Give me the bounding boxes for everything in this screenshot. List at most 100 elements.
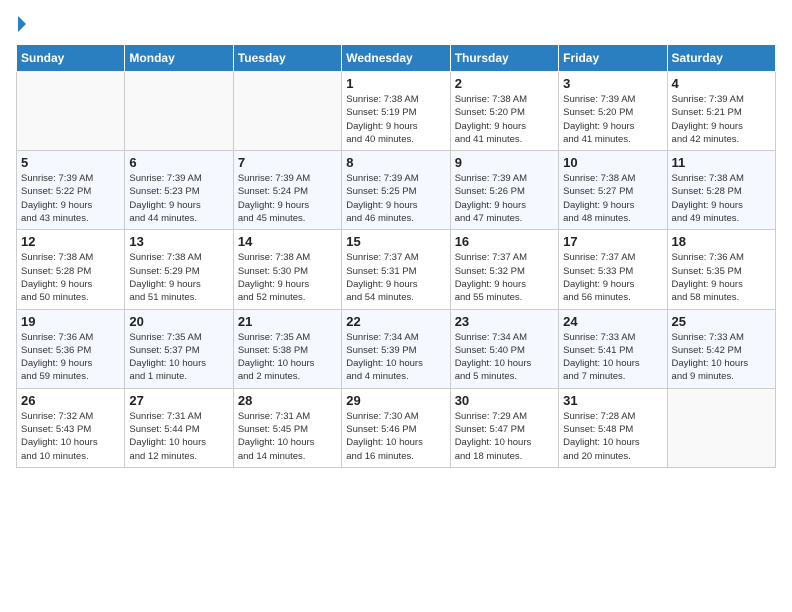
day-number: 12 bbox=[21, 234, 120, 249]
logo bbox=[16, 16, 26, 32]
calendar-cell: 11 Sunrise: 7:38 AM Sunset: 5:28 PM Dayli… bbox=[667, 151, 775, 230]
day-info: Sunrise: 7:38 AM Sunset: 5:29 PM Dayligh… bbox=[129, 251, 228, 304]
day-number: 6 bbox=[129, 155, 228, 170]
day-info: Sunrise: 7:30 AM Sunset: 5:46 PM Dayligh… bbox=[346, 410, 445, 463]
calendar-cell bbox=[17, 72, 125, 151]
calendar-cell bbox=[125, 72, 233, 151]
day-number: 24 bbox=[563, 314, 662, 329]
calendar-week-row: 19 Sunrise: 7:36 AM Sunset: 5:36 PM Dayli… bbox=[17, 309, 776, 388]
calendar-cell: 1 Sunrise: 7:38 AM Sunset: 5:19 PM Daylig… bbox=[342, 72, 450, 151]
day-number: 11 bbox=[672, 155, 771, 170]
day-info: Sunrise: 7:33 AM Sunset: 5:42 PM Dayligh… bbox=[672, 331, 771, 384]
day-info: Sunrise: 7:39 AM Sunset: 5:21 PM Dayligh… bbox=[672, 93, 771, 146]
page-header bbox=[16, 16, 776, 32]
day-number: 30 bbox=[455, 393, 554, 408]
day-info: Sunrise: 7:35 AM Sunset: 5:37 PM Dayligh… bbox=[129, 331, 228, 384]
day-info: Sunrise: 7:39 AM Sunset: 5:23 PM Dayligh… bbox=[129, 172, 228, 225]
calendar-cell: 22 Sunrise: 7:34 AM Sunset: 5:39 PM Dayli… bbox=[342, 309, 450, 388]
calendar-cell: 9 Sunrise: 7:39 AM Sunset: 5:26 PM Daylig… bbox=[450, 151, 558, 230]
day-info: Sunrise: 7:36 AM Sunset: 5:36 PM Dayligh… bbox=[21, 331, 120, 384]
day-number: 2 bbox=[455, 76, 554, 91]
day-info: Sunrise: 7:39 AM Sunset: 5:25 PM Dayligh… bbox=[346, 172, 445, 225]
calendar-day-header: Tuesday bbox=[233, 45, 341, 72]
calendar-cell: 18 Sunrise: 7:36 AM Sunset: 5:35 PM Dayli… bbox=[667, 230, 775, 309]
calendar-cell: 31 Sunrise: 7:28 AM Sunset: 5:48 PM Dayli… bbox=[559, 388, 667, 467]
day-number: 7 bbox=[238, 155, 337, 170]
day-number: 9 bbox=[455, 155, 554, 170]
day-number: 21 bbox=[238, 314, 337, 329]
day-number: 31 bbox=[563, 393, 662, 408]
calendar-cell: 29 Sunrise: 7:30 AM Sunset: 5:46 PM Dayli… bbox=[342, 388, 450, 467]
day-number: 18 bbox=[672, 234, 771, 249]
calendar-cell: 8 Sunrise: 7:39 AM Sunset: 5:25 PM Daylig… bbox=[342, 151, 450, 230]
calendar-cell: 25Sunrise: 7:33 AM Sunset: 5:42 PM Dayli… bbox=[667, 309, 775, 388]
day-info: Sunrise: 7:32 AM Sunset: 5:43 PM Dayligh… bbox=[21, 410, 120, 463]
day-info: Sunrise: 7:38 AM Sunset: 5:30 PM Dayligh… bbox=[238, 251, 337, 304]
day-number: 1 bbox=[346, 76, 445, 91]
day-number: 29 bbox=[346, 393, 445, 408]
day-number: 10 bbox=[563, 155, 662, 170]
calendar-cell: 13 Sunrise: 7:38 AM Sunset: 5:29 PM Dayli… bbox=[125, 230, 233, 309]
day-info: Sunrise: 7:36 AM Sunset: 5:35 PM Dayligh… bbox=[672, 251, 771, 304]
day-number: 19 bbox=[21, 314, 120, 329]
logo-arrow-icon bbox=[18, 16, 26, 32]
day-info: Sunrise: 7:39 AM Sunset: 5:20 PM Dayligh… bbox=[563, 93, 662, 146]
day-number: 16 bbox=[455, 234, 554, 249]
calendar-cell: 7 Sunrise: 7:39 AM Sunset: 5:24 PM Daylig… bbox=[233, 151, 341, 230]
day-info: Sunrise: 7:37 AM Sunset: 5:31 PM Dayligh… bbox=[346, 251, 445, 304]
calendar-header-row: SundayMondayTuesdayWednesdayThursdayFrid… bbox=[17, 45, 776, 72]
calendar-cell: 6 Sunrise: 7:39 AM Sunset: 5:23 PM Daylig… bbox=[125, 151, 233, 230]
day-number: 23 bbox=[455, 314, 554, 329]
calendar-day-header: Friday bbox=[559, 45, 667, 72]
calendar-cell: 15 Sunrise: 7:37 AM Sunset: 5:31 PM Dayli… bbox=[342, 230, 450, 309]
day-number: 4 bbox=[672, 76, 771, 91]
day-number: 13 bbox=[129, 234, 228, 249]
day-info: Sunrise: 7:37 AM Sunset: 5:32 PM Dayligh… bbox=[455, 251, 554, 304]
day-number: 5 bbox=[21, 155, 120, 170]
day-info: Sunrise: 7:28 AM Sunset: 5:48 PM Dayligh… bbox=[563, 410, 662, 463]
calendar-cell: 27Sunrise: 7:31 AM Sunset: 5:44 PM Dayli… bbox=[125, 388, 233, 467]
day-info: Sunrise: 7:34 AM Sunset: 5:39 PM Dayligh… bbox=[346, 331, 445, 384]
calendar-day-header: Sunday bbox=[17, 45, 125, 72]
day-number: 15 bbox=[346, 234, 445, 249]
calendar-cell: 5 Sunrise: 7:39 AM Sunset: 5:22 PM Daylig… bbox=[17, 151, 125, 230]
calendar-cell bbox=[233, 72, 341, 151]
day-number: 28 bbox=[238, 393, 337, 408]
day-info: Sunrise: 7:39 AM Sunset: 5:22 PM Dayligh… bbox=[21, 172, 120, 225]
calendar-cell: 3 Sunrise: 7:39 AM Sunset: 5:20 PM Daylig… bbox=[559, 72, 667, 151]
day-info: Sunrise: 7:31 AM Sunset: 5:44 PM Dayligh… bbox=[129, 410, 228, 463]
day-number: 22 bbox=[346, 314, 445, 329]
calendar-cell: 12 Sunrise: 7:38 AM Sunset: 5:28 PM Dayli… bbox=[17, 230, 125, 309]
day-number: 3 bbox=[563, 76, 662, 91]
calendar-cell: 4 Sunrise: 7:39 AM Sunset: 5:21 PM Daylig… bbox=[667, 72, 775, 151]
calendar-cell: 16 Sunrise: 7:37 AM Sunset: 5:32 PM Dayli… bbox=[450, 230, 558, 309]
day-info: Sunrise: 7:38 AM Sunset: 5:19 PM Dayligh… bbox=[346, 93, 445, 146]
day-info: Sunrise: 7:35 AM Sunset: 5:38 PM Dayligh… bbox=[238, 331, 337, 384]
day-info: Sunrise: 7:31 AM Sunset: 5:45 PM Dayligh… bbox=[238, 410, 337, 463]
calendar-week-row: 5 Sunrise: 7:39 AM Sunset: 5:22 PM Daylig… bbox=[17, 151, 776, 230]
calendar-day-header: Thursday bbox=[450, 45, 558, 72]
calendar-cell: 19 Sunrise: 7:36 AM Sunset: 5:36 PM Dayli… bbox=[17, 309, 125, 388]
calendar-table: SundayMondayTuesdayWednesdayThursdayFrid… bbox=[16, 44, 776, 468]
day-info: Sunrise: 7:39 AM Sunset: 5:24 PM Dayligh… bbox=[238, 172, 337, 225]
day-info: Sunrise: 7:37 AM Sunset: 5:33 PM Dayligh… bbox=[563, 251, 662, 304]
day-info: Sunrise: 7:33 AM Sunset: 5:41 PM Dayligh… bbox=[563, 331, 662, 384]
calendar-cell: 20 Sunrise: 7:35 AM Sunset: 5:37 PM Dayli… bbox=[125, 309, 233, 388]
day-info: Sunrise: 7:38 AM Sunset: 5:28 PM Dayligh… bbox=[21, 251, 120, 304]
calendar-week-row: 12 Sunrise: 7:38 AM Sunset: 5:28 PM Dayli… bbox=[17, 230, 776, 309]
day-info: Sunrise: 7:38 AM Sunset: 5:28 PM Dayligh… bbox=[672, 172, 771, 225]
calendar-cell: 17Sunrise: 7:37 AM Sunset: 5:33 PM Dayli… bbox=[559, 230, 667, 309]
day-info: Sunrise: 7:39 AM Sunset: 5:26 PM Dayligh… bbox=[455, 172, 554, 225]
calendar-week-row: 26 Sunrise: 7:32 AM Sunset: 5:43 PM Dayli… bbox=[17, 388, 776, 467]
calendar-cell: 23Sunrise: 7:34 AM Sunset: 5:40 PM Dayli… bbox=[450, 309, 558, 388]
calendar-cell: 10Sunrise: 7:38 AM Sunset: 5:27 PM Dayli… bbox=[559, 151, 667, 230]
calendar-cell: 14 Sunrise: 7:38 AM Sunset: 5:30 PM Dayli… bbox=[233, 230, 341, 309]
day-number: 26 bbox=[21, 393, 120, 408]
calendar-cell: 24 Sunrise: 7:33 AM Sunset: 5:41 PM Dayli… bbox=[559, 309, 667, 388]
day-number: 20 bbox=[129, 314, 228, 329]
calendar-day-header: Monday bbox=[125, 45, 233, 72]
calendar-cell bbox=[667, 388, 775, 467]
day-number: 14 bbox=[238, 234, 337, 249]
calendar-cell: 30Sunrise: 7:29 AM Sunset: 5:47 PM Dayli… bbox=[450, 388, 558, 467]
day-number: 8 bbox=[346, 155, 445, 170]
